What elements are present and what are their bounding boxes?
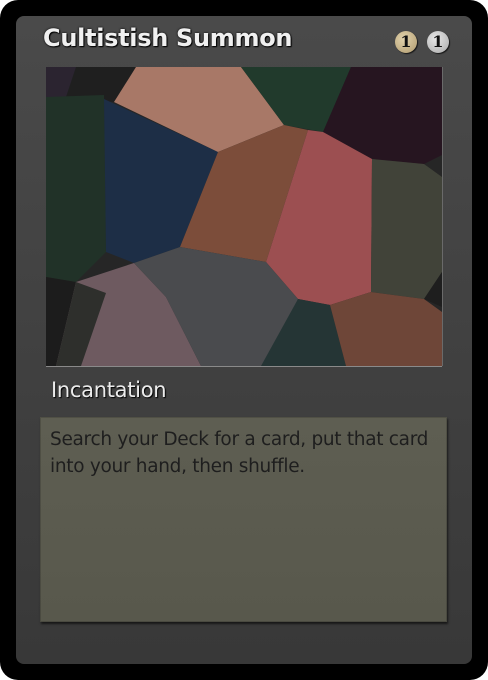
art-tile xyxy=(330,292,442,366)
card-type-line: Incantation xyxy=(51,378,167,402)
card[interactable]: Cultistish Summon 1 1 Incantation Search xyxy=(0,0,488,680)
cost-symbol-gray: 1 xyxy=(427,31,449,53)
rules-text-box: Search your Deck for a card, put that ca… xyxy=(40,417,447,622)
card-name: Cultistish Summon xyxy=(43,24,293,52)
card-artwork xyxy=(46,67,442,366)
art-tile xyxy=(371,159,442,299)
art-tile xyxy=(46,95,106,282)
rules-text: Search your Deck for a card, put that ca… xyxy=(50,429,429,477)
cost-symbol-tan: 1 xyxy=(395,31,417,53)
